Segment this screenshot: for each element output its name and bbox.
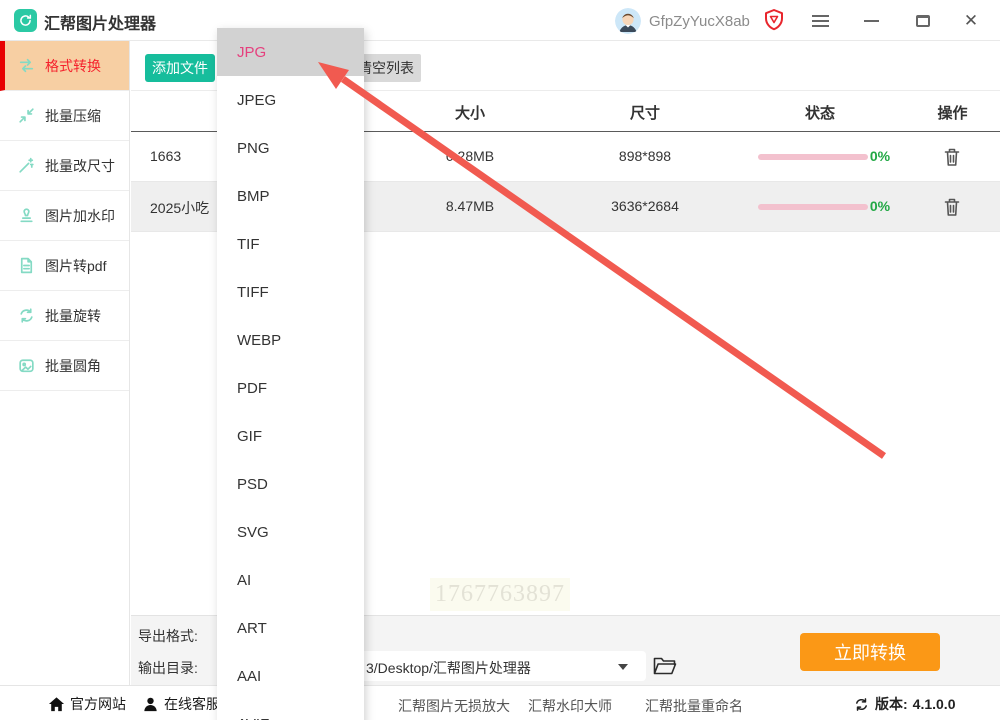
file-dimensions: 898*898 [618,148,672,164]
column-dimensions: 尺寸 [629,105,660,122]
app-window: 汇帮图片处理器 GfpZyYucX8ab ✕ 格式转换 批量压缩 批量改尺寸 图… [0,0,1000,720]
format-option-avif[interactable]: AVIF [217,700,364,720]
batch-compress-icon [17,106,36,125]
column-action: 操作 [937,105,968,122]
footer-link-watermark-master[interactable]: 汇帮水印大师 [528,696,612,716]
maximize-button[interactable] [908,8,938,34]
minimize-icon [863,20,879,22]
format-option-psd[interactable]: PSD [217,460,364,508]
update-refresh-icon [853,696,870,713]
format-option-bmp[interactable]: BMP [217,172,364,220]
sidebar-item-label: 格式转换 [45,57,101,74]
format-option-tif[interactable]: TIF [217,220,364,268]
format-option-tiff[interactable]: TIFF [217,268,364,316]
sidebar-item-label: 批量改尺寸 [45,157,115,174]
file-size: 0.28MB [445,148,495,164]
output-dir-value: 3/Desktop/汇帮图片处理器 [366,660,531,676]
format-option-png[interactable]: PNG [217,124,364,172]
delete-file-button[interactable] [943,197,961,217]
format-dropdown-menu: JPG JPEG PNG BMP TIF TIFF WEBP PDF GIF P… [217,28,364,720]
file-dimensions: 3636*2684 [611,198,679,214]
format-option-aai[interactable]: AAI [217,652,364,700]
format-option-ai[interactable]: AI [217,556,364,604]
batch-resize-icon [17,156,36,175]
menu-button[interactable] [805,8,835,34]
format-option-gif[interactable]: GIF [217,412,364,460]
rounded-corner-icon [17,356,36,375]
user-avatar [615,8,641,34]
footer-link-lossless-enlarge[interactable]: 汇帮图片无损放大 [398,696,510,716]
delete-file-button[interactable] [943,147,961,167]
column-status: 状态 [804,105,835,122]
version-info: 版本: 4.1.0.0 [853,694,956,714]
customer-service-link[interactable]: 在线客服 [142,694,220,714]
export-format-label: 导出格式: [138,628,198,644]
sidebar-item-label: 图片加水印 [45,207,115,224]
output-dir-label: 输出目录: [138,660,198,676]
person-icon [142,696,159,713]
account-menu[interactable]: GfpZyYucX8ab [615,7,750,35]
sidebar-item-image-to-pdf[interactable]: 图片转pdf [0,241,129,291]
sidebar-item-label: 批量圆角 [45,357,101,374]
sidebar-item-batch-compress[interactable]: 批量压缩 [0,91,129,141]
sidebar-item-batch-rotate[interactable]: 批量旋转 [0,291,129,341]
sidebar: 格式转换 批量压缩 批量改尺寸 图片加水印 图片转pdf 批量旋转 批量圆角 [0,41,130,685]
home-icon [48,696,65,713]
add-file-button[interactable]: 添加文件 [145,54,215,82]
app-logo-icon [14,9,37,32]
format-option-webp[interactable]: WEBP [217,316,364,364]
titlebar: 汇帮图片处理器 GfpZyYucX8ab ✕ [0,0,1000,41]
column-size: 大小 [454,105,485,122]
format-option-svg[interactable]: SVG [217,508,364,556]
minimize-button[interactable] [856,8,886,34]
app-title: 汇帮图片处理器 [44,16,157,33]
batch-rotate-icon [17,306,36,325]
footer-link-batch-rename[interactable]: 汇帮批量重命名 [645,696,743,716]
format-option-pdf[interactable]: PDF [217,364,364,412]
browse-folder-button[interactable] [652,654,678,678]
footer: 官方网站 在线客服 汇帮图片无损放大 汇帮水印大师 汇帮批量重命名 版本: 4.… [0,685,1000,720]
format-option-jpg[interactable]: JPG [217,28,364,76]
progress-percent: 0% [869,198,891,214]
hamburger-icon [811,12,829,30]
progress-percent: 0% [869,148,891,164]
sidebar-item-label: 图片转pdf [45,257,107,274]
close-button[interactable]: ✕ [956,8,986,34]
sidebar-item-watermark[interactable]: 图片加水印 [0,191,129,241]
progress-bar [758,204,868,210]
watermark-icon [17,206,36,225]
file-name: 2025小吃 [150,200,210,216]
version-value: 4.1.0.0 [912,696,956,712]
official-site-label: 官方网站 [70,696,126,712]
maximize-icon [916,15,930,27]
file-name: 1663 [150,148,182,164]
sidebar-item-label: 批量旋转 [45,307,101,324]
official-site-link[interactable]: 官方网站 [48,694,126,714]
progress-bar [758,154,868,160]
username-label: GfpZyYucX8ab [649,12,750,30]
sidebar-item-batch-resize[interactable]: 批量改尺寸 [0,141,129,191]
watermark-text: 1767763897 [430,578,570,611]
version-label: 版本: [875,696,908,712]
format-option-art[interactable]: ART [217,604,364,652]
sidebar-item-label: 批量压缩 [45,107,101,124]
image-to-pdf-icon [17,256,36,275]
sidebar-item-rounded-corner[interactable]: 批量圆角 [0,341,129,391]
chevron-down-icon [618,664,628,670]
convert-now-button[interactable]: 立即转换 [800,633,940,671]
customer-service-label: 在线客服 [164,696,220,712]
vip-badge-icon[interactable] [763,8,785,32]
file-size: 8.47MB [445,198,495,214]
format-convert-icon [17,56,36,75]
format-option-jpeg[interactable]: JPEG [217,76,364,124]
sidebar-item-format-convert[interactable]: 格式转换 [0,41,129,91]
